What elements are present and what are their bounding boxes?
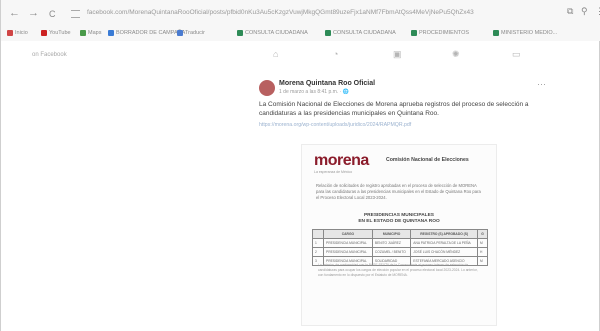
facebook-label: on Facebook	[32, 52, 67, 58]
forward-button[interactable]: →	[28, 6, 39, 20]
avatar[interactable]	[259, 80, 275, 96]
bookmark-item[interactable]: CONSULTA CIUDADANA	[325, 30, 396, 36]
bookmark-item[interactable]: Traducir	[177, 30, 205, 36]
bookmark-item[interactable]: MINISTERIO MEDIO...	[493, 30, 557, 36]
table-cell: JOSÉ LUIS CHACÓN MÉNDEZ	[410, 247, 478, 257]
gaming-icon[interactable]: ▭	[512, 49, 521, 60]
table-header-row: CARGO MUNICIPIO REGISTRO (S) APROBADO (S…	[312, 229, 488, 239]
back-button[interactable]: ←	[9, 6, 20, 20]
bookmark-icon	[411, 30, 417, 36]
post-text: La Comisión Nacional de Elecciones de Mo…	[259, 101, 529, 117]
table-row: 2 PRESIDENCIA MUNICIPAL COZUMEL / BENITO…	[312, 247, 488, 257]
table-cell: H	[477, 247, 488, 257]
table-header: REGISTRO (S) APROBADO (S)	[410, 229, 478, 239]
more-icon[interactable]: ⋮	[595, 6, 600, 17]
youtube-icon	[41, 30, 47, 36]
bookmark-item[interactable]: CONSULTA CIUDADANA	[237, 30, 308, 36]
document-title-line: EN EL ESTADO DE QUINTANA ROO	[358, 219, 440, 224]
table-header: MUNICIPIO	[371, 229, 412, 239]
table-cell: ANA PATRICIA PERALTA DE LA PEÑA	[410, 238, 478, 248]
table-header: G	[477, 229, 488, 239]
bookmark-item[interactable]: PROCEDIMIENTOS	[411, 30, 469, 36]
groups-icon[interactable]: ✺	[452, 49, 460, 60]
search-icon[interactable]: ⚲	[581, 6, 588, 17]
table-cell: BENITO JUÁREZ	[371, 238, 412, 248]
marketplace-icon[interactable]: ▣	[393, 49, 402, 60]
translate-bookmark-icon	[177, 30, 183, 36]
logo-tagline: La esperanza de México	[314, 170, 353, 174]
post-author[interactable]: Morena Quintana Roo Oficial	[279, 80, 375, 87]
table-cell: PRESIDENCIA MUNICIPAL	[323, 238, 373, 248]
document-title: PRESIDENCIAS MUNICIPALES EN EL ESTADO DE…	[316, 213, 482, 225]
table-header	[312, 229, 324, 239]
bookmark-item[interactable]: BORRADOR DE CAMPAÑA	[108, 30, 185, 36]
table-cell: M	[477, 238, 488, 248]
bookmark-icon	[493, 30, 499, 36]
morena-logo: morena	[314, 152, 369, 169]
reload-button[interactable]: C	[49, 7, 56, 21]
video-icon[interactable]: ◔	[333, 49, 338, 59]
bookmarks-bar: Inicio YouTube Maps BORRADOR DE CAMPAÑA …	[1, 28, 600, 41]
results-table: CARGO MUNICIPIO REGISTRO (S) APROBADO (S…	[312, 229, 488, 266]
table-header: CARGO	[323, 229, 373, 239]
post-options-button[interactable]: ···	[537, 79, 546, 89]
home-icon[interactable]: ⌂	[273, 49, 278, 59]
bookmark-icon	[325, 30, 331, 36]
maps-icon	[80, 30, 86, 36]
document-footer: Lo anterior, de conformidad con la BASE …	[318, 263, 478, 277]
bookmark-icon	[7, 30, 13, 36]
bookmark-item[interactable]: Maps	[80, 30, 101, 36]
browser-window: ← → C facebook.com/MorenaQuintanaRooOfic…	[0, 0, 600, 331]
table-cell: PRESIDENCIA MUNICIPAL	[323, 247, 373, 257]
translate-icon[interactable]: ⧉	[567, 6, 573, 17]
post-link[interactable]: https://morena.org/wp-content/uploads/ju…	[259, 122, 411, 128]
site-info-icon[interactable]	[71, 10, 80, 18]
table-cell: COZUMEL / BENITO	[371, 247, 412, 257]
bookmark-item[interactable]: YouTube	[41, 30, 71, 36]
bookmark-icon	[108, 30, 114, 36]
address-bar[interactable]: facebook.com/MorenaQuintanaRooOficial/po…	[87, 5, 557, 21]
bookmark-icon	[237, 30, 243, 36]
browser-toolbar: ← → C facebook.com/MorenaQuintanaRooOfic…	[1, 0, 600, 28]
post-date[interactable]: 1 de marzo a las 8:41 p.m. · 🌐	[279, 89, 349, 95]
table-cell: 1	[312, 238, 324, 248]
table-row: 1 PRESIDENCIA MUNICIPAL BENITO JUÁREZ AN…	[312, 238, 488, 248]
bookmark-item[interactable]: Inicio	[7, 30, 28, 36]
document-organization: Comisión Nacional de Elecciones	[386, 157, 469, 163]
table-cell: 2	[312, 247, 324, 257]
document-image[interactable]: morena La esperanza de México Comisión N…	[301, 144, 497, 326]
document-body: Relación de solicitudes de registro apro…	[316, 183, 481, 200]
